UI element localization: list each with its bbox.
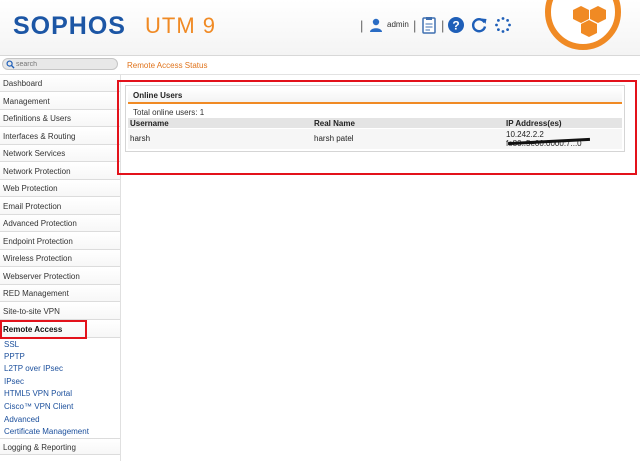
sidebar-item-endpoint-protection[interactable]: Endpoint Protection bbox=[0, 233, 120, 250]
sophos-badge-logo bbox=[545, 0, 621, 50]
sidebar-item-advanced-protection[interactable]: Advanced Protection bbox=[0, 215, 120, 232]
sidebar-subitem-html5-vpn-portal[interactable]: HTML5 VPN Portal bbox=[4, 388, 72, 399]
user-icon[interactable] bbox=[368, 17, 384, 33]
sidebar-subitem-pptp[interactable]: PPTP bbox=[4, 351, 25, 362]
search-icon bbox=[6, 60, 15, 69]
breadcrumb: Remote Access Status bbox=[127, 61, 208, 70]
sidebar-subitem-l2tp-over-ipsec[interactable]: L2TP over IPsec bbox=[4, 363, 63, 374]
sidebar-item-logging-reporting[interactable]: Logging & Reporting bbox=[0, 438, 120, 455]
sidebar-item-management[interactable]: Management bbox=[0, 93, 120, 110]
username-label[interactable]: admin bbox=[387, 20, 409, 29]
highlight-remote-access bbox=[0, 320, 87, 339]
sidebar-item-dashboard[interactable]: Dashboard bbox=[0, 75, 120, 92]
top-bar: Remote Access Status bbox=[0, 56, 640, 75]
loading-icon[interactable] bbox=[494, 16, 512, 34]
sophos-logo[interactable]: SOPHOS bbox=[13, 12, 126, 41]
sidebar-subitem-certificate-management[interactable]: Certificate Management bbox=[4, 426, 89, 437]
sidebar-item-email-protection[interactable]: Email Protection bbox=[0, 198, 120, 215]
hexagon-icon bbox=[573, 6, 606, 37]
header-separator: | bbox=[360, 18, 364, 33]
sidebar-item-web-protection[interactable]: Web Protection bbox=[0, 180, 120, 197]
highlight-online-users bbox=[117, 80, 637, 175]
sidebar-item-site-to-site-vpn[interactable]: Site-to-site VPN bbox=[0, 303, 120, 320]
sidebar-item-network-protection[interactable]: Network Protection bbox=[0, 163, 120, 180]
sidebar-item-definitions-users[interactable]: Definitions & Users bbox=[0, 110, 120, 127]
sidebar-subitem-cisco-vpn-client[interactable]: Cisco™ VPN Client bbox=[4, 401, 73, 412]
sidebar-subitem-advanced[interactable]: Advanced bbox=[4, 414, 40, 425]
clipboard-icon[interactable] bbox=[420, 16, 438, 34]
refresh-icon[interactable] bbox=[470, 16, 488, 34]
sidebar-item-interfaces-routing[interactable]: Interfaces & Routing bbox=[0, 128, 120, 145]
sidebar-subitem-ssl[interactable]: SSL bbox=[4, 339, 19, 350]
header-separator: | bbox=[413, 18, 417, 33]
sidebar: Dashboard Management Definitions & Users… bbox=[0, 75, 120, 461]
search-input[interactable] bbox=[2, 58, 118, 70]
sidebar-item-network-services[interactable]: Network Services bbox=[0, 145, 120, 162]
sidebar-subitem-ipsec[interactable]: IPsec bbox=[4, 376, 24, 387]
header-separator: | bbox=[441, 18, 445, 33]
sidebar-item-red-management[interactable]: RED Management bbox=[0, 285, 120, 302]
sidebar-item-wireless-protection[interactable]: Wireless Protection bbox=[0, 250, 120, 267]
sidebar-item-webserver-protection[interactable]: Webserver Protection bbox=[0, 268, 120, 285]
product-name: UTM 9 bbox=[145, 13, 216, 38]
help-icon[interactable]: ? bbox=[447, 16, 465, 34]
header: SOPHOS UTM 9 | admin | | ? bbox=[0, 0, 640, 56]
svg-text:?: ? bbox=[452, 18, 459, 32]
